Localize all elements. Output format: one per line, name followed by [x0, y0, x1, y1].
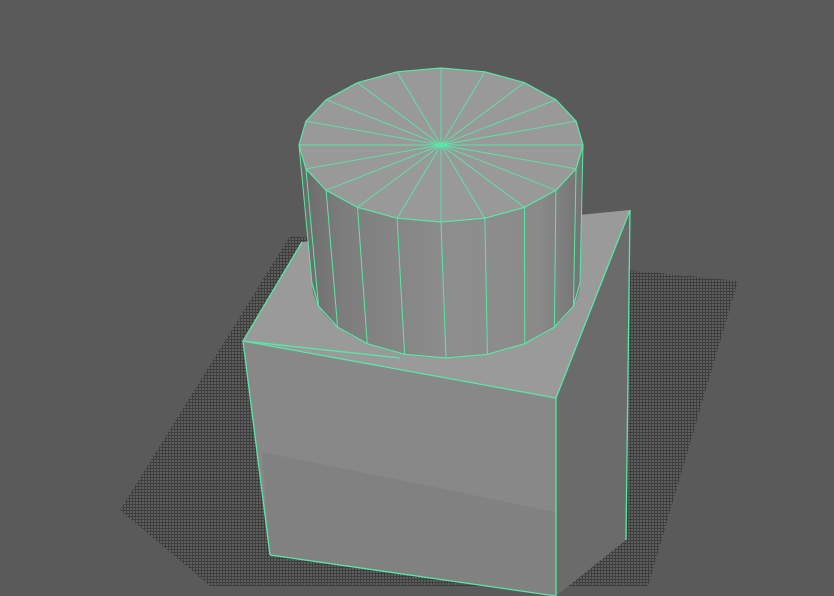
viewport-canvas[interactable] — [0, 0, 834, 596]
3d-viewport[interactable] — [0, 0, 834, 596]
cylinder-cap-center — [438, 142, 444, 148]
cylinder-mesh[interactable] — [298, 67, 584, 359]
